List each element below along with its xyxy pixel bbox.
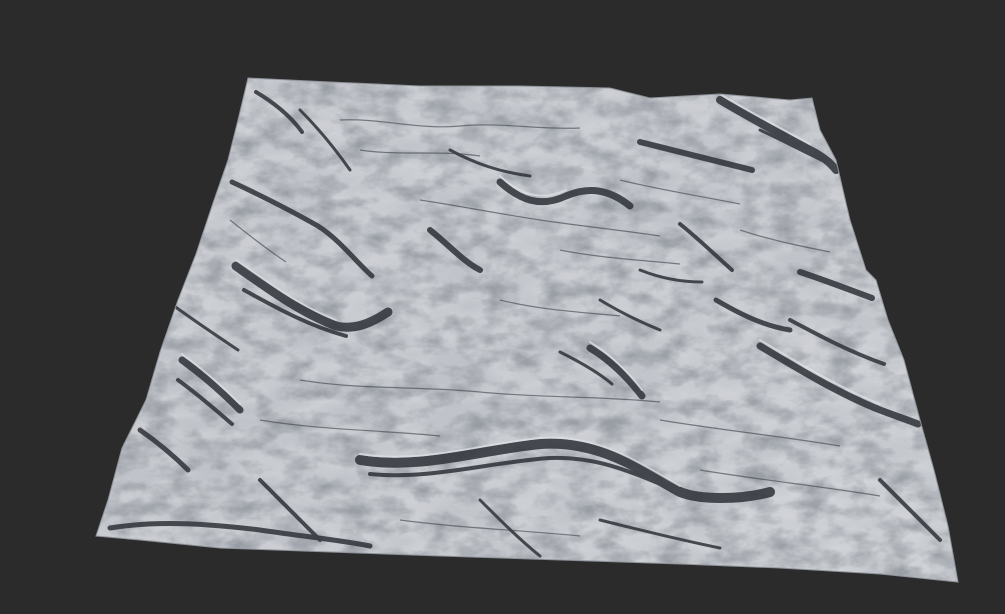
terrain-render bbox=[95, 77, 959, 583]
3d-viewport[interactable] bbox=[0, 0, 1005, 614]
